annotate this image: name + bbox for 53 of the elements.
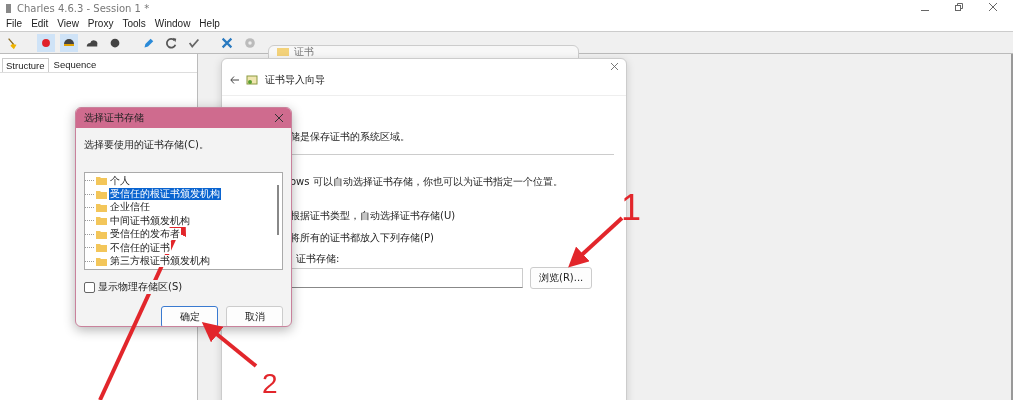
callout-number: 1: [621, 190, 642, 226]
folder-icon: [277, 48, 289, 56]
annotation-arrow: [201, 321, 258, 368]
callout-number: 2: [262, 370, 278, 398]
dialog-button[interactable]: 确定: [161, 306, 218, 326]
close-icon[interactable]: [989, 3, 997, 11]
app-icon: [6, 3, 11, 13]
menu-item[interactable]: Proxy: [87, 18, 114, 29]
browse-button[interactable]: 浏览(R)...: [530, 267, 593, 289]
menu-item[interactable]: Window: [154, 18, 191, 29]
checkbox[interactable]: [84, 281, 95, 293]
annotation-arrow: [568, 216, 624, 268]
dialog-title: 选择证书存储: [84, 111, 144, 125]
throttle-icon: [63, 38, 75, 47]
tree-item[interactable]: 个人: [109, 174, 131, 187]
tree-item[interactable]: 第三方根证书颁发机构: [109, 255, 211, 268]
checkbox-label: 显示物理存储区(S): [98, 280, 183, 294]
tree-item[interactable]: 受信任的发布者: [109, 228, 181, 241]
refresh-icon: [164, 35, 178, 50]
field-label: 证书存储:: [296, 252, 341, 266]
tree-item[interactable]: 企业信任: [109, 201, 151, 214]
scrollbar-thumb[interactable]: [277, 185, 279, 235]
folder-icon: [96, 202, 107, 212]
restore-icon[interactable]: [955, 3, 963, 11]
menu-item[interactable]: Edit: [31, 18, 49, 29]
tab[interactable]: Sequence: [50, 58, 100, 72]
back-arrow-icon[interactable]: [230, 76, 239, 84]
menu-item[interactable]: File: [6, 18, 23, 29]
certificate-icon: [246, 74, 258, 86]
close-icon[interactable]: [611, 63, 618, 70]
tools-icon: [220, 35, 234, 50]
wizard-title: 证书导入向导: [265, 73, 325, 87]
gear-icon: [243, 35, 257, 50]
folder-icon: [96, 176, 107, 186]
tree-item[interactable]: 不信任的证书: [109, 241, 171, 254]
folder-icon: [96, 243, 107, 253]
window-title: 证书: [294, 47, 314, 57]
prompt-text: 选择要使用的证书存储(C)。: [84, 138, 210, 152]
tab[interactable]: Structure: [2, 58, 49, 72]
toolbar-button[interactable]: [60, 33, 78, 52]
tree-item[interactable]: 中间证书颁发机构: [109, 214, 191, 227]
menu-item[interactable]: View: [57, 18, 79, 29]
folder-icon: [96, 216, 107, 226]
tree-item[interactable]: 受信任的根证书颁发机构: [109, 188, 221, 201]
dialog-button[interactable]: 取消: [226, 306, 283, 326]
toolbar-button[interactable]: [37, 33, 55, 52]
close-icon[interactable]: [275, 114, 283, 122]
menu-item[interactable]: Help: [199, 18, 220, 29]
folder-icon: [96, 229, 107, 239]
window-title: Charles 4.6.3 - Session 1 *: [17, 2, 150, 14]
folder-icon: [96, 256, 107, 266]
menu-item[interactable]: Tools: [122, 18, 146, 29]
folder-icon: [96, 189, 107, 199]
